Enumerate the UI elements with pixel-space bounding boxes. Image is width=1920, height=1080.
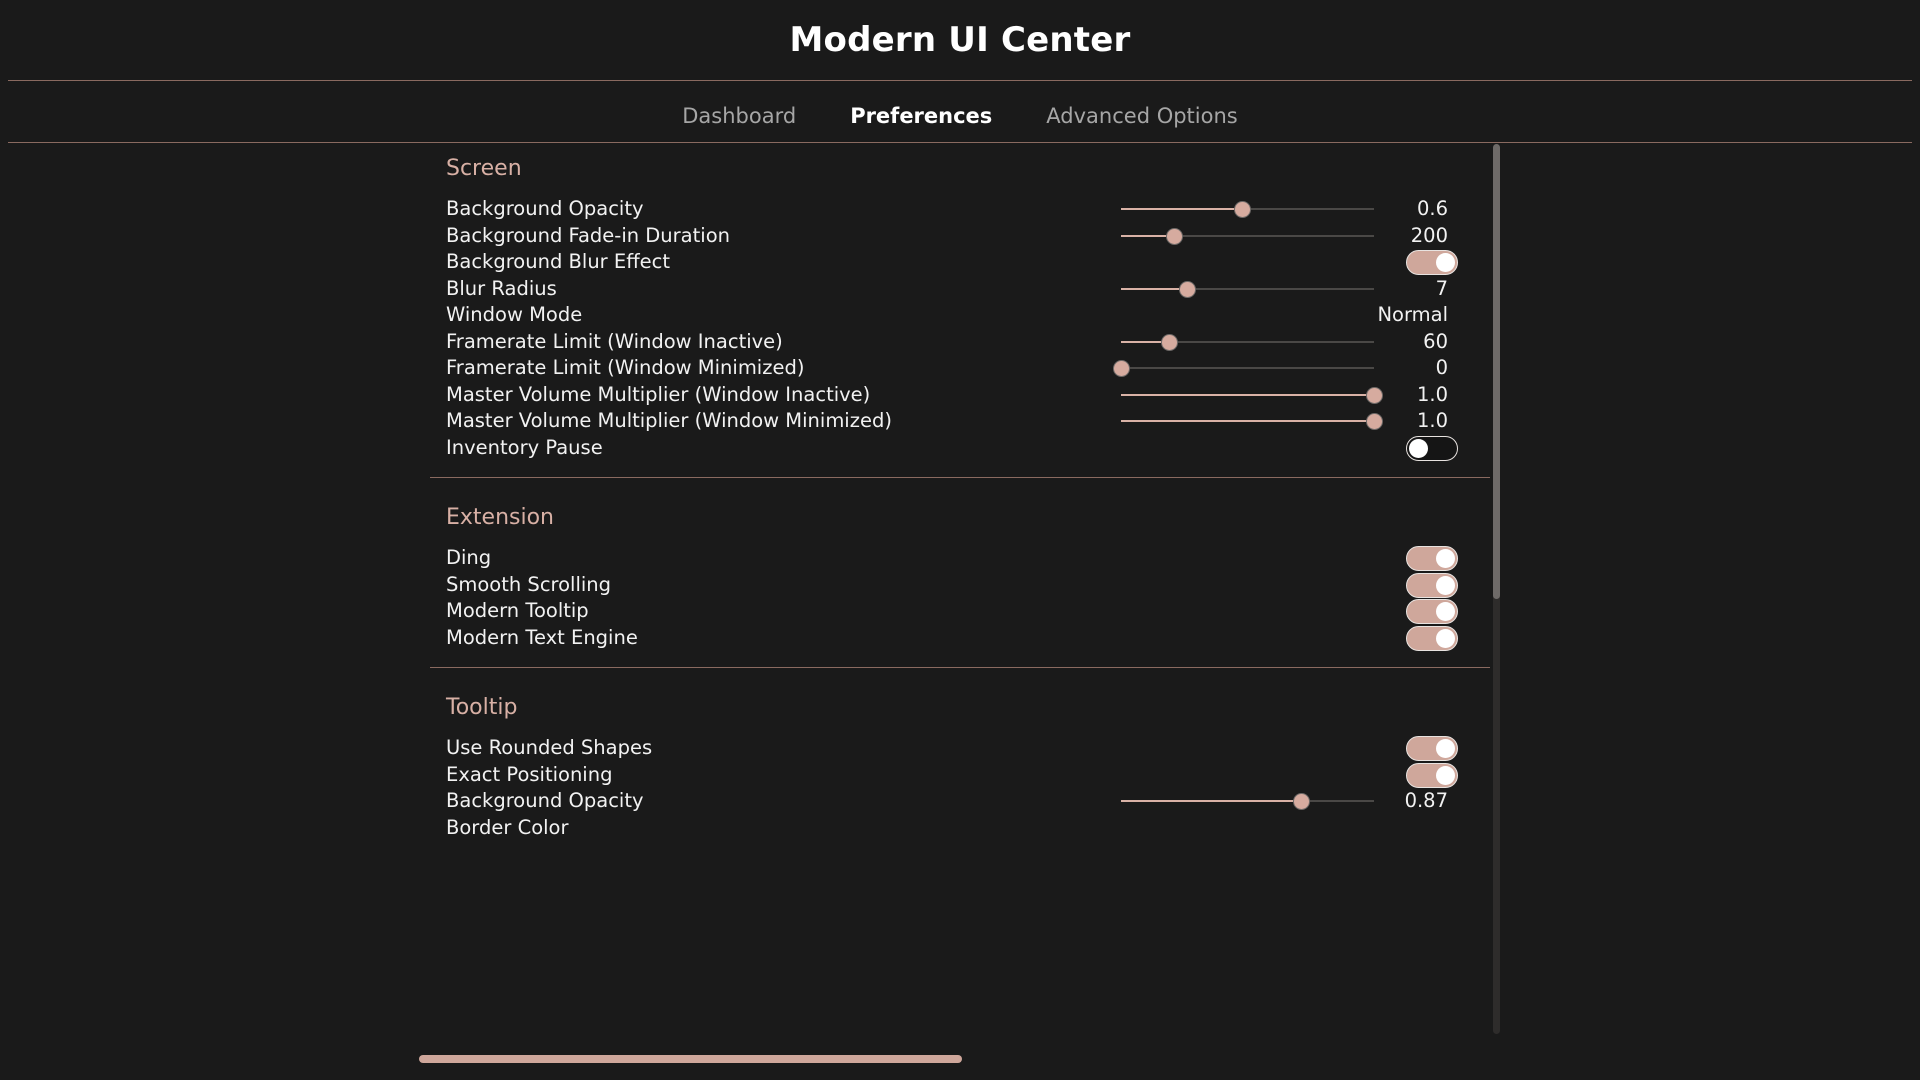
setting-label: Framerate Limit (Window Minimized): [446, 356, 805, 379]
setting-row-master-volume-multiplier-window-inactive: Master Volume Multiplier (Window Inactiv…: [446, 380, 1496, 410]
section-divider: [430, 477, 1490, 478]
toggle-knob: [1436, 575, 1455, 595]
section-title: Screen: [446, 156, 522, 181]
setting-value[interactable]: Normal: [1377, 300, 1448, 330]
slider-fill: [1121, 800, 1301, 802]
toggle-knob: [1436, 602, 1455, 621]
setting-label: Master Volume Multiplier (Window Minimiz…: [446, 409, 892, 432]
setting-value: 60: [1423, 329, 1448, 353]
setting-label: Blur Radius: [446, 276, 557, 300]
toggle-modern-text-engine[interactable]: [1406, 625, 1458, 651]
slider-fill: [1121, 208, 1243, 210]
setting-value: 0.87: [1404, 789, 1448, 812]
setting-label: Smooth Scrolling: [446, 572, 612, 596]
settings-content: Screen Background Opacity 0.6 Background Fa…: [0, 150, 1920, 1080]
setting-label: Exact Positioning: [446, 762, 613, 786]
setting-row-background-opacity: Background Opacity 0.6: [446, 194, 1496, 224]
slider-framerate-limit-window-minimized[interactable]: [1113, 353, 1374, 383]
setting-row-exact-positioning: Exact Positioning: [446, 760, 1496, 790]
setting-label: Inventory Pause: [446, 435, 603, 459]
setting-row-inventory-pause: Inventory Pause: [446, 433, 1496, 463]
horizontal-scrollbar-thumb[interactable]: [419, 1055, 962, 1063]
toggle-knob: [1436, 549, 1455, 568]
section-divider: [430, 667, 1490, 668]
setting-row-framerate-limit-window-inactive: Framerate Limit (Window Inactive) 60: [446, 327, 1496, 357]
slider-master-volume-multiplier-window-minimized[interactable]: [1121, 406, 1383, 436]
toggle-modern-tooltip[interactable]: [1406, 599, 1458, 624]
setting-row-background-blur-effect: Background Blur Effect: [446, 247, 1496, 277]
setting-row-master-volume-multiplier-window-minimized: Master Volume Multiplier (Window Minimiz…: [446, 406, 1496, 436]
setting-row-modern-tooltip: Modern Tooltip: [446, 596, 1496, 626]
setting-row-border-color: Border Color: [446, 813, 1496, 843]
tab-advanced-options[interactable]: Advanced Options: [1046, 105, 1237, 127]
slider-fill: [1121, 287, 1187, 290]
section-title: Extension: [446, 505, 555, 530]
slider-fill: [1121, 420, 1374, 422]
setting-label: Master Volume Multiplier (Window Inactiv…: [446, 382, 871, 406]
setting-label: Modern Tooltip: [446, 599, 589, 622]
header-divider-top: [8, 80, 1912, 81]
toggle-knob: [1409, 438, 1428, 458]
toggle-exact-positioning[interactable]: [1406, 762, 1458, 788]
setting-row-modern-text-engine: Modern Text Engine: [446, 623, 1496, 653]
setting-label: Background Fade-in Duration: [446, 223, 730, 247]
slider-framerate-limit-window-inactive[interactable]: [1121, 327, 1374, 357]
slider-track: [1121, 367, 1374, 369]
slider-knob[interactable]: [1234, 201, 1252, 218]
tab-preferences[interactable]: Preferences: [850, 105, 992, 127]
slider-background-opacity[interactable]: [1121, 194, 1374, 224]
toggle-knob: [1436, 628, 1455, 648]
slider-knob[interactable]: [1113, 360, 1130, 377]
slider-knob[interactable]: [1366, 386, 1383, 404]
setting-row-background-fade-in-duration: Background Fade-in Duration 200: [446, 221, 1496, 251]
section-title: Tooltip: [446, 695, 518, 720]
setting-row-blur-radius: Blur Radius 7: [446, 274, 1496, 304]
setting-row-smooth-scrolling: Smooth Scrolling: [446, 570, 1496, 600]
setting-value: 200: [1410, 223, 1448, 247]
slider-knob[interactable]: [1178, 280, 1196, 298]
toggle-use-rounded-shapes[interactable]: [1406, 736, 1458, 761]
tab-dashboard[interactable]: Dashboard: [682, 105, 796, 127]
setting-value: 0.6: [1416, 197, 1448, 220]
toggle-knob: [1436, 765, 1455, 785]
slider-knob[interactable]: [1292, 793, 1310, 810]
setting-value: 1.0: [1416, 382, 1448, 406]
setting-value: 1.0: [1416, 409, 1448, 432]
toggle-background-blur-effect[interactable]: [1406, 250, 1458, 275]
setting-value: 7: [1435, 276, 1448, 300]
slider-knob[interactable]: [1166, 227, 1184, 245]
toggle-inventory-pause[interactable]: [1406, 435, 1458, 461]
slider-background-opacity[interactable]: [1121, 786, 1374, 816]
slider-background-fade-in-duration[interactable]: [1121, 221, 1374, 251]
toggle-ding[interactable]: [1406, 546, 1458, 571]
setting-label: Use Rounded Shapes: [446, 736, 653, 759]
slider-blur-radius[interactable]: [1121, 274, 1374, 304]
setting-label: Background Blur Effect: [446, 250, 671, 273]
setting-label: Ding: [446, 546, 492, 569]
setting-label: Background Opacity: [446, 197, 644, 220]
setting-row-framerate-limit-window-minimized: Framerate Limit (Window Minimized) 0: [446, 353, 1496, 383]
vertical-scrollbar-thumb[interactable]: [1493, 144, 1500, 599]
tab-bar: Dashboard Preferences Advanced Options: [0, 96, 1920, 136]
app-window: Modern UI Center Dashboard Preferences A…: [0, 0, 1920, 1080]
toggle-knob: [1436, 253, 1455, 272]
setting-value: 0: [1435, 356, 1448, 379]
setting-row-background-opacity: Background Opacity 0.87: [446, 786, 1496, 816]
slider-knob[interactable]: [1366, 413, 1383, 430]
setting-row-ding: Ding: [446, 543, 1496, 573]
toggle-knob: [1436, 739, 1455, 758]
setting-label: Border Color: [446, 815, 569, 839]
setting-row-window-mode: Window Mode Normal: [446, 300, 1496, 330]
slider-fill: [1121, 393, 1374, 396]
setting-label: Window Mode: [446, 303, 583, 326]
header-divider-bottom: [8, 142, 1912, 143]
toggle-smooth-scrolling[interactable]: [1406, 572, 1458, 598]
setting-label: Modern Text Engine: [446, 625, 638, 649]
slider-knob[interactable]: [1161, 333, 1179, 351]
slider-master-volume-multiplier-window-inactive[interactable]: [1121, 380, 1383, 410]
setting-label: Framerate Limit (Window Inactive): [446, 329, 783, 353]
setting-row-use-rounded-shapes: Use Rounded Shapes: [446, 733, 1496, 763]
page-title: Modern UI Center: [789, 20, 1131, 60]
setting-label: Background Opacity: [446, 789, 644, 812]
